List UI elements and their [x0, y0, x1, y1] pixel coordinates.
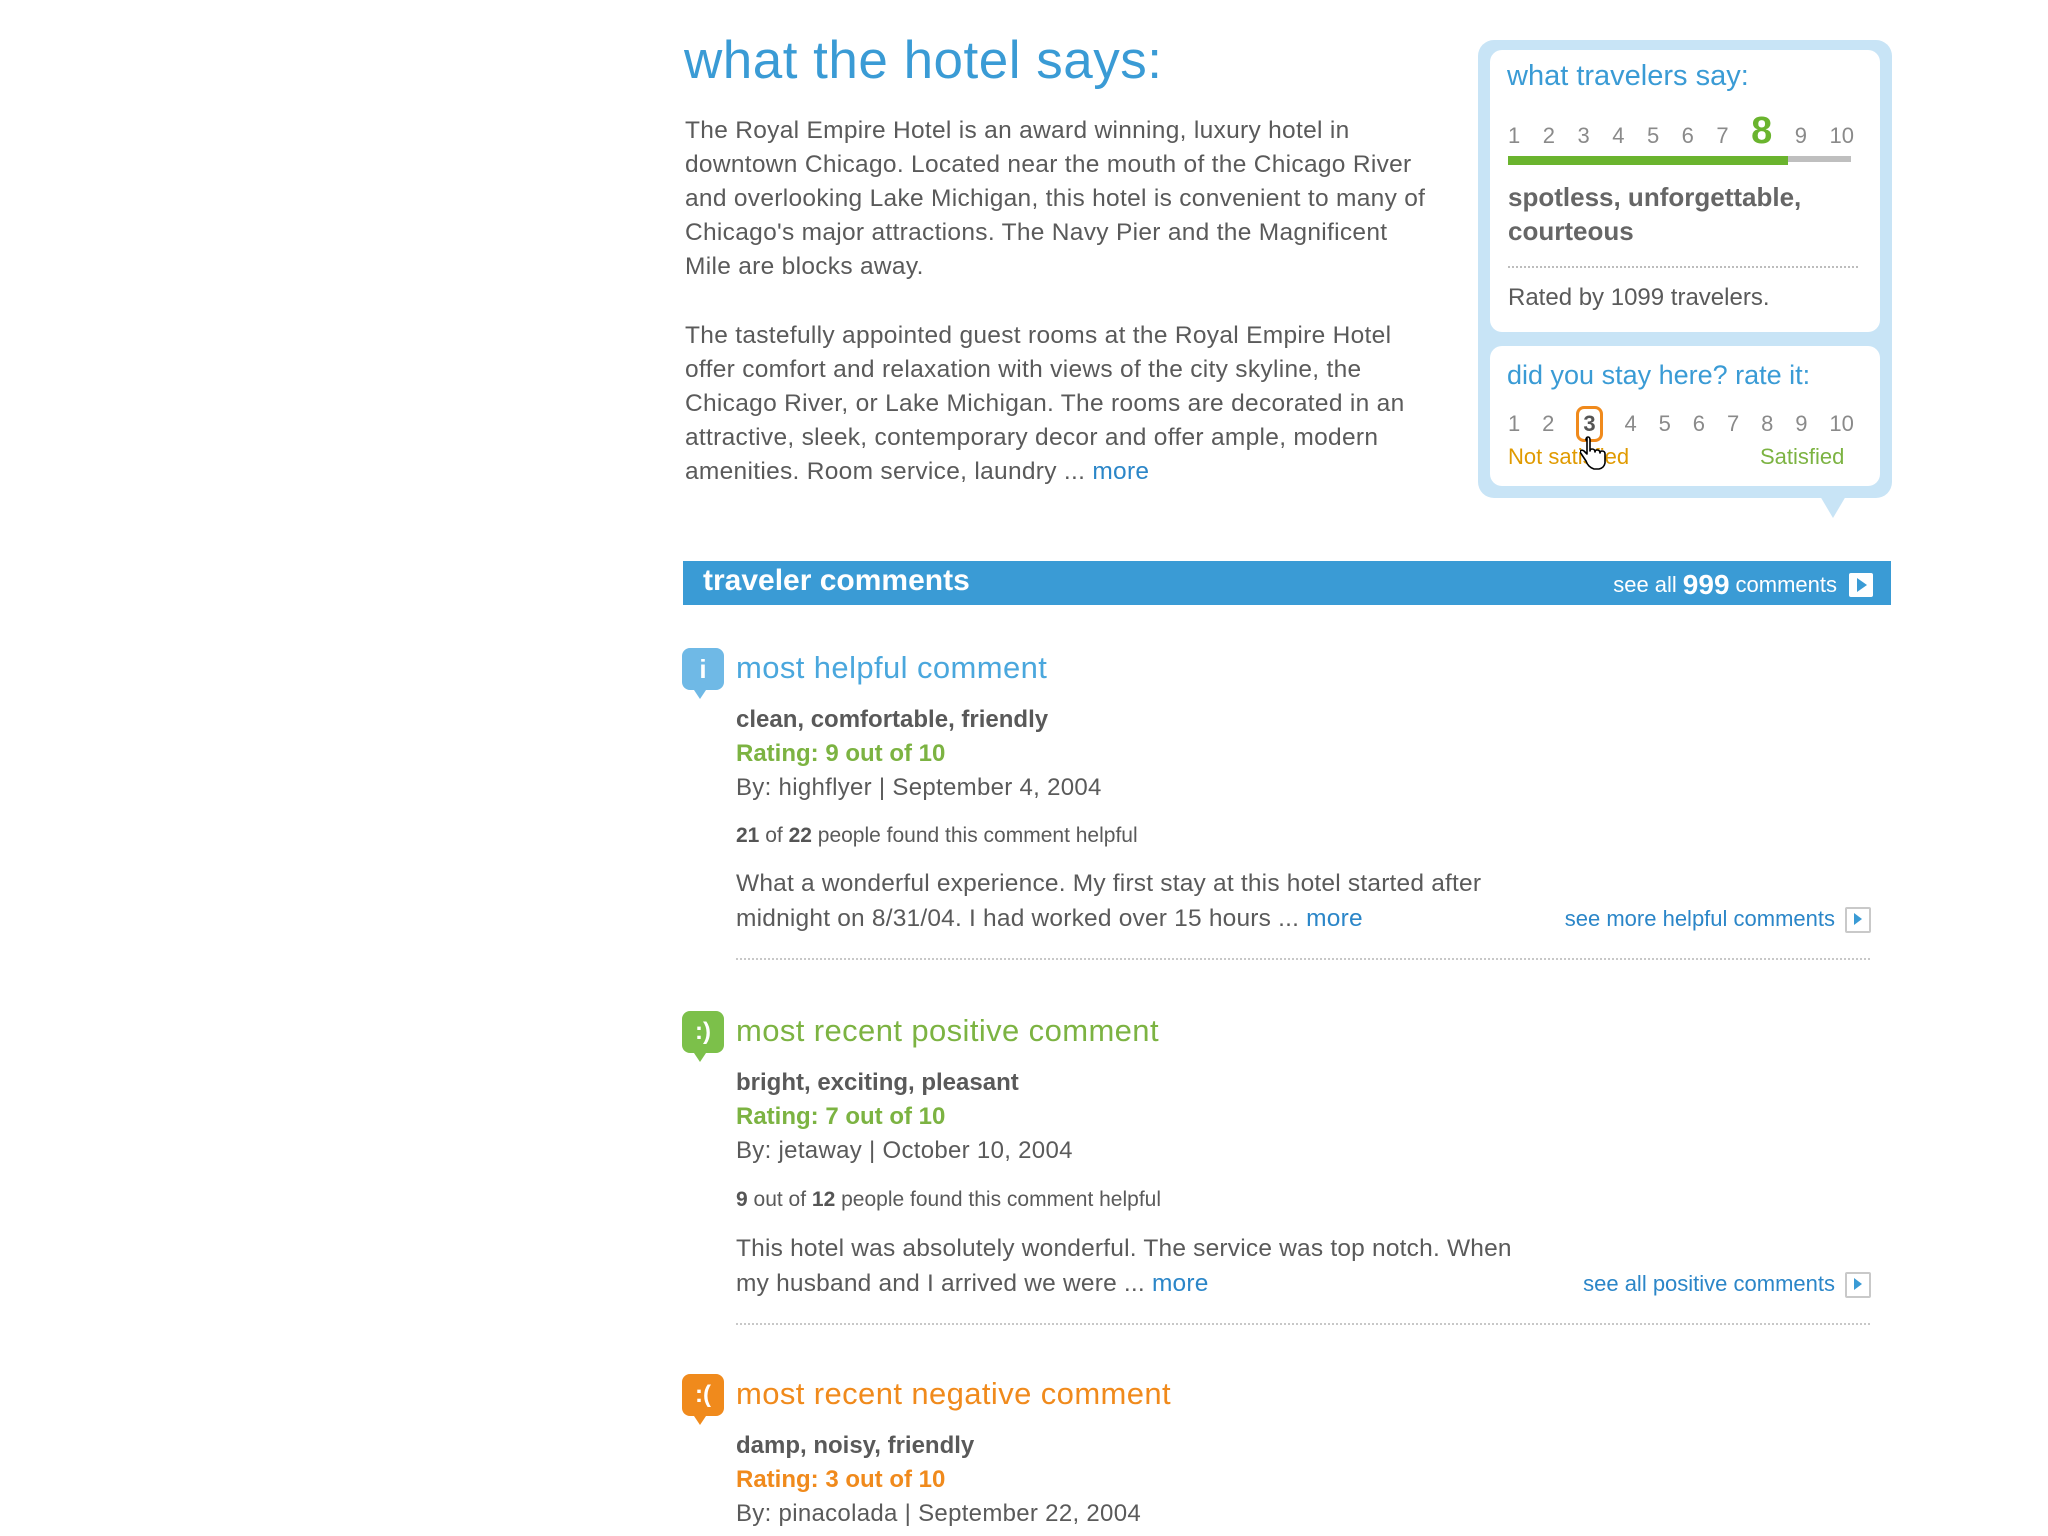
smile-icon-glyph: :): [695, 1018, 711, 1045]
see-all-suffix: comments: [1735, 572, 1837, 597]
score-number: 5: [1646, 123, 1660, 148]
comment-excerpt-text: This hotel was absolutely wonderful. The…: [736, 1235, 1512, 1297]
rate-option[interactable]: 6: [1693, 411, 1705, 437]
total-votes: 12: [811, 1188, 836, 1211]
smile-icon: :): [682, 1011, 724, 1062]
helpful-of: of: [765, 824, 783, 847]
score-bar-fill: [1508, 156, 1789, 165]
rate-option[interactable]: 10: [1829, 411, 1853, 437]
traveler-comments-heading: traveler comments: [703, 564, 970, 597]
hotel-description-more-link[interactable]: more: [1092, 458, 1149, 485]
rate-it-scale: 1 2 3 4 5 6 7 8 9 10: [1508, 406, 1854, 442]
hotel-says-heading: what the hotel says:: [684, 31, 1163, 90]
arrow-right-icon[interactable]: [1845, 907, 1871, 934]
rate-it-heading: did you stay here? rate it:: [1507, 360, 1811, 390]
rate-option[interactable]: 8: [1761, 411, 1773, 437]
hotel-description-text-2: The tastefully appointed guest rooms at …: [685, 322, 1405, 485]
frown-icon: :(: [682, 1374, 724, 1425]
rated-by-count: Rated by 1099 travelers.: [1508, 284, 1770, 311]
score-number: 6: [1681, 123, 1694, 148]
satisfied-label: Satisfied: [1760, 444, 1845, 469]
see-more-helpful-label: see more helpful comments: [1564, 906, 1835, 931]
score-number: 3: [1577, 123, 1590, 148]
info-icon-glyph: i: [699, 653, 707, 684]
comment-excerpt: This hotel was absolutely wonderful. The…: [736, 1231, 1536, 1301]
comment-author-date: By: pinacolada | September 22, 2004: [736, 1500, 1141, 1527]
comment-more-link[interactable]: more: [1306, 905, 1363, 932]
comment-rating: Rating: 9 out of 10: [736, 740, 946, 767]
info-icon: i: [682, 648, 724, 699]
comment-helpful-count: 9 out of 12 people found this comment he…: [736, 1188, 1161, 1212]
most-recent-positive-heading: most recent positive comment: [736, 1013, 1159, 1048]
comments-count: 999: [1682, 569, 1730, 600]
comment-keywords: damp, noisy, friendly: [736, 1432, 975, 1459]
total-votes: 22: [788, 824, 812, 847]
hotel-description-paragraph-2: The tastefully appointed guest rooms at …: [685, 319, 1427, 489]
comment-rating: Rating: 7 out of 10: [736, 1103, 946, 1130]
helpful-suffix: people found this comment helpful: [817, 824, 1138, 847]
traveler-comments-bar: traveler comments see all 999 comments: [683, 561, 1891, 605]
see-all-prefix: see all: [1613, 572, 1677, 597]
rate-option[interactable]: 7: [1727, 411, 1739, 437]
most-helpful-heading: most helpful comment: [736, 650, 1048, 685]
see-all-comments-link[interactable]: see all 999 comments: [1613, 569, 1873, 601]
comment-keywords: bright, exciting, pleasant: [736, 1069, 1019, 1096]
score-number: 8: [1751, 110, 1773, 152]
comment-keywords: clean, comfortable, friendly: [736, 706, 1049, 733]
score-number: 1: [1508, 123, 1521, 148]
comment-divider: [736, 958, 1870, 960]
comment-divider: [736, 1323, 1870, 1325]
not-satisfied-label: Not satisfied: [1508, 444, 1630, 469]
travelers-divider: [1508, 266, 1858, 268]
comment-helpful-count: 21 of 22 people found this comment helpf…: [736, 824, 1138, 848]
helpful-suffix: people found this comment helpful: [841, 1188, 1161, 1211]
rate-option[interactable]: 4: [1624, 411, 1636, 437]
rate-option[interactable]: 5: [1659, 411, 1671, 437]
what-travelers-say-heading: what travelers say:: [1507, 60, 1749, 92]
travelers-score-scale: 1 2 3 4 5 6 7 8 9 10: [1508, 110, 1854, 153]
see-all-positive-comments-link[interactable]: see all positive comments: [1583, 1271, 1871, 1299]
comment-excerpt-text: What a wonderful experience. My first st…: [736, 870, 1482, 932]
score-number: 9: [1794, 123, 1808, 148]
comment-author-date: By: jetaway | October 10, 2004: [736, 1137, 1073, 1164]
score-number: 10: [1829, 123, 1854, 148]
hotel-description-paragraph-1: The Royal Empire Hotel is an award winni…: [685, 117, 1426, 280]
rate-option[interactable]: 2: [1542, 411, 1554, 437]
traveler-descriptors: spotless, unforgettable, courteous: [1508, 182, 1802, 246]
score-number: 7: [1716, 123, 1729, 148]
see-all-positive-label: see all positive comments: [1583, 1271, 1835, 1296]
score-number: 2: [1542, 123, 1555, 148]
comment-rating: Rating: 3 out of 10: [736, 1466, 946, 1493]
rate-option[interactable]: 1: [1508, 411, 1520, 437]
comment-author-date: By: highflyer | September 4, 2004: [736, 774, 1102, 801]
helpful-of: out of: [753, 1188, 807, 1211]
helpful-votes: 9: [736, 1188, 748, 1211]
travelers-panel-tail: [1820, 496, 1846, 518]
arrow-right-icon[interactable]: [1845, 1272, 1871, 1299]
hand-cursor-icon: [1580, 436, 1606, 470]
comment-excerpt: What a wonderful experience. My first st…: [736, 866, 1536, 936]
comment-more-link[interactable]: more: [1152, 1270, 1209, 1297]
frown-icon-glyph: :(: [695, 1381, 711, 1408]
rate-option[interactable]: 9: [1795, 411, 1807, 437]
arrow-right-icon[interactable]: [1849, 573, 1873, 597]
see-more-helpful-comments-link[interactable]: see more helpful comments: [1564, 906, 1871, 934]
helpful-votes: 21: [736, 824, 760, 847]
score-number: 4: [1612, 123, 1625, 148]
most-recent-negative-heading: most recent negative comment: [736, 1376, 1172, 1411]
